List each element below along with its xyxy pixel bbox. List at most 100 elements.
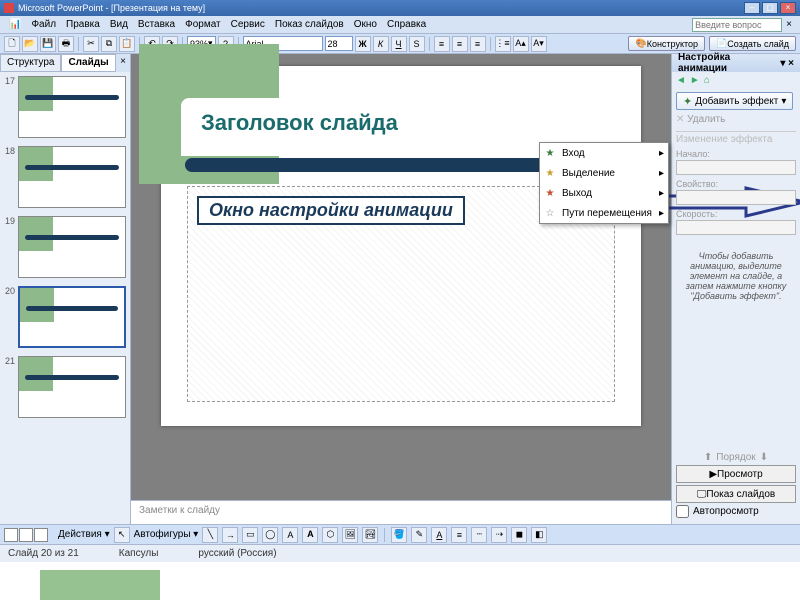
incfont-icon[interactable]: A▴ (513, 36, 529, 52)
slide-title[interactable]: Заголовок слайда (201, 110, 398, 136)
3d-icon[interactable]: ◧ (531, 527, 547, 543)
close-button[interactable]: × (780, 2, 796, 14)
thumb-19[interactable] (18, 216, 126, 278)
menu-tools[interactable]: Сервис (226, 17, 270, 32)
italic-icon[interactable]: К (373, 36, 389, 52)
menu-entry[interactable]: ★Вход▸ (540, 143, 668, 163)
select-icon[interactable]: ↖ (114, 527, 130, 543)
thumb-21[interactable] (18, 356, 126, 418)
new-icon[interactable]: 🗋 (4, 36, 20, 52)
linecolor-icon[interactable]: ✎ (411, 527, 427, 543)
menu-format[interactable]: Формат (180, 17, 226, 32)
sorter-view-icon[interactable] (19, 528, 33, 542)
maximize-button[interactable]: ▢ (762, 2, 778, 14)
outline-pane: Структура Слайды × 17 18 19 20 21 (0, 54, 131, 524)
shadow-icon[interactable]: S (409, 36, 425, 52)
dash-icon[interactable]: ┄ (471, 527, 487, 543)
start-select (676, 160, 796, 175)
menu-help[interactable]: Справка (382, 17, 431, 32)
reorder-label: Порядок (716, 452, 755, 463)
thumb-18[interactable] (18, 146, 126, 208)
thumb-17[interactable] (18, 76, 126, 138)
tab-slides[interactable]: Слайды (61, 54, 115, 72)
star-icon: ★ (544, 148, 556, 159)
menu-view[interactable]: Вид (105, 17, 133, 32)
star-icon: ☆ (544, 208, 556, 219)
wordart-icon[interactable]: 𝐀 (302, 527, 318, 543)
shadow-icon[interactable]: ◼ (511, 527, 527, 543)
menu-insert[interactable]: Вставка (133, 17, 180, 32)
taskpane-close-icon[interactable]: × (788, 58, 794, 69)
thumb-20[interactable] (18, 286, 126, 348)
menu-file[interactable]: Файл (26, 17, 61, 32)
play-button[interactable]: ▶ Просмотр (676, 465, 796, 483)
nav-fwd-icon[interactable]: ► (690, 75, 700, 86)
tab-outline[interactable]: Структура (0, 54, 61, 72)
decfont-icon[interactable]: A▾ (531, 36, 547, 52)
app-icon (4, 3, 14, 13)
bold-icon[interactable]: Ж (355, 36, 371, 52)
save-icon[interactable]: 💾 (40, 36, 56, 52)
align-center-icon[interactable]: ≡ (452, 36, 468, 52)
menu-window[interactable]: Окно (349, 17, 382, 32)
close-pane-icon[interactable]: × (116, 54, 130, 72)
menu-motion[interactable]: ☆Пути перемещения▸ (540, 203, 668, 223)
slide-caption[interactable]: Окно настройки анимации (197, 196, 465, 225)
nav-back-icon[interactable]: ◄ (676, 75, 686, 86)
taskpane-dropdown-icon[interactable]: ▾ (780, 58, 785, 69)
designer-button[interactable]: 🎨 Конструктор (628, 36, 705, 51)
fontcolor-icon[interactable]: A (431, 527, 447, 543)
lineweight-icon[interactable]: ≡ (451, 527, 467, 543)
picture-icon[interactable]: 🏞 (362, 527, 378, 543)
arrowstyle-icon[interactable]: ⇢ (491, 527, 507, 543)
align-right-icon[interactable]: ≡ (470, 36, 486, 52)
animation-hint: Чтобы добавить анимацию, выделите элемен… (676, 251, 796, 301)
slide-canvas[interactable]: Заголовок слайда Окно настройки анимации… (131, 54, 671, 500)
underline-icon[interactable]: Ч (391, 36, 407, 52)
menu-exit[interactable]: ★Выход▸ (540, 183, 668, 203)
clipart-icon[interactable]: 🖼 (342, 527, 358, 543)
print-icon[interactable]: 🖶 (58, 36, 74, 52)
menu-slideshow[interactable]: Показ слайдов (270, 17, 349, 32)
property-label: Свойство: (676, 179, 796, 189)
nav-home-icon[interactable]: ⌂ (704, 75, 710, 86)
notes-pane[interactable]: Заметки к слайду (131, 500, 671, 524)
paste-icon[interactable]: 📋 (119, 36, 135, 52)
new-slide-button[interactable]: 📄 Создать слайд (709, 36, 796, 51)
titlebar: Microsoft PowerPoint - [Презентация на т… (0, 0, 800, 16)
add-effect-button[interactable]: ✦Добавить эффект ▾ (676, 92, 793, 110)
slideshow-button[interactable]: 🖵 Показ слайдов (676, 485, 796, 503)
textbox-icon[interactable]: A (282, 527, 298, 543)
bullets-icon[interactable]: ⋮≡ (495, 36, 511, 52)
menu-emphasis[interactable]: ★Выделение▸ (540, 163, 668, 183)
menu-doc-close[interactable]: × (782, 19, 796, 30)
actions-menu[interactable]: Действия ▾ (58, 529, 110, 540)
rect-icon[interactable]: ▭ (242, 527, 258, 543)
status-lang: русский (Россия) (198, 548, 276, 559)
fontsize-combo[interactable]: 28 (325, 36, 353, 51)
star-icon: ★ (544, 188, 556, 199)
open-icon[interactable]: 📂 (22, 36, 38, 52)
cut-icon[interactable]: ✂ (83, 36, 99, 52)
menubar: 📊 Файл Правка Вид Вставка Формат Сервис … (0, 16, 800, 34)
submenu-arrow-icon: ▸ (659, 188, 664, 199)
diagram-icon[interactable]: ⬡ (322, 527, 338, 543)
standard-toolbar: 🗋 📂 💾 🖶 ✂ ⧉ 📋 ↶ ↷ 93% ▾ ? Arial 28 Ж К Ч… (0, 34, 800, 54)
arrow-icon[interactable]: → (222, 527, 238, 543)
show-view-icon[interactable] (34, 528, 48, 542)
menu-edit[interactable]: Правка (61, 17, 105, 32)
statusbar: Слайд 20 из 21 Капсулы русский (Россия) (0, 544, 800, 562)
autopreview-checkbox[interactable] (676, 505, 689, 518)
copy-icon[interactable]: ⧉ (101, 36, 117, 52)
normal-view-icon[interactable] (4, 528, 18, 542)
oval-icon[interactable]: ◯ (262, 527, 278, 543)
status-theme: Капсулы (119, 548, 159, 559)
minimize-button[interactable]: – (744, 2, 760, 14)
window-title: Microsoft PowerPoint - [Презентация на т… (18, 3, 205, 13)
fill-icon[interactable]: 🪣 (391, 527, 407, 543)
help-question-input[interactable] (692, 18, 782, 32)
property-select (676, 190, 796, 205)
autoshapes-menu[interactable]: Автофигуры ▾ (134, 529, 199, 540)
line-icon[interactable]: ╲ (202, 527, 218, 543)
align-left-icon[interactable]: ≡ (434, 36, 450, 52)
